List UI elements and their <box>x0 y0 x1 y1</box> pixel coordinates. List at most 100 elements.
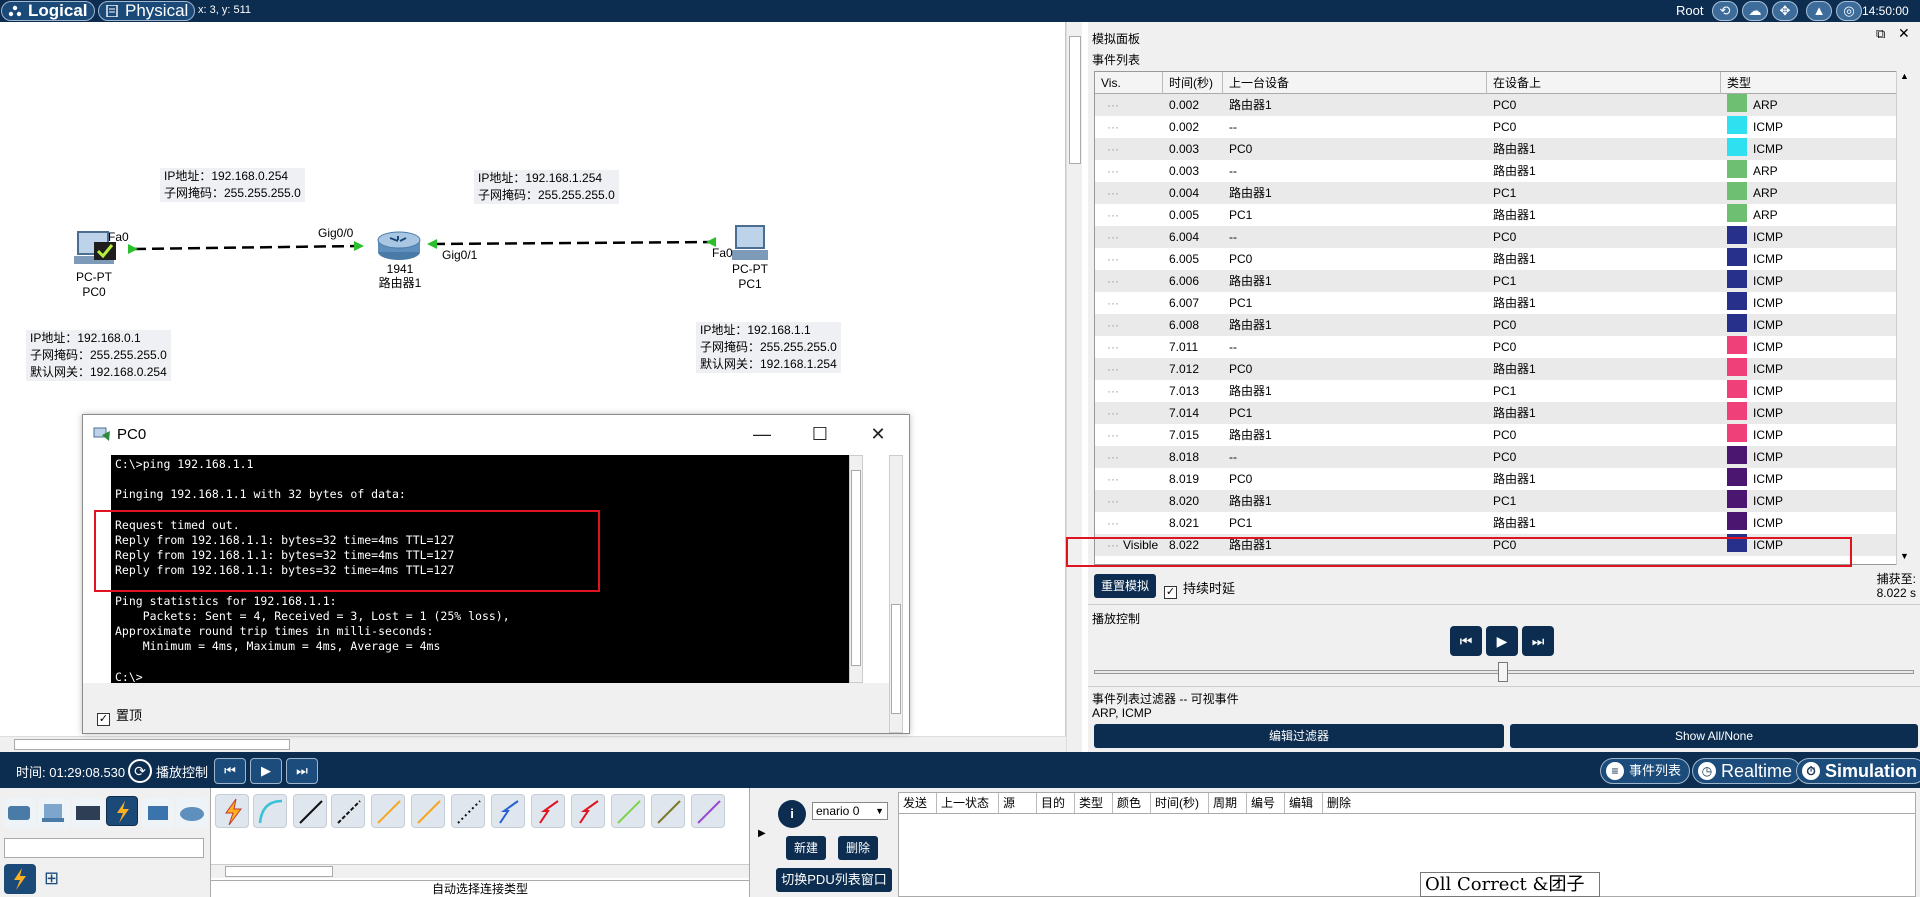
bottom-step-back-button[interactable]: ⏮ <box>214 758 246 784</box>
usb-cable-icon[interactable] <box>651 794 685 828</box>
simulation-mode-button[interactable]: ⏱ Simulation <box>1796 758 1920 784</box>
lightning-icon[interactable] <box>4 864 36 894</box>
event-row[interactable]: ··· 8.020 路由器1 PC1 ICMP <box>1095 490 1901 512</box>
globe-icon[interactable]: ◎ <box>1836 1 1862 21</box>
landscape-icon[interactable]: ▲ <box>1806 1 1832 21</box>
col-vis[interactable]: Vis. <box>1095 72 1163 94</box>
pdu-col-source[interactable]: 源 <box>999 793 1037 813</box>
event-row[interactable]: ··· 0.005 PC1 路由器1 ARP <box>1095 204 1901 226</box>
workspace-vscroll-thumb[interactable] <box>1069 36 1081 164</box>
console-cable-icon[interactable] <box>253 794 287 828</box>
scroll-up-icon[interactable]: ▲ <box>1897 71 1912 85</box>
refresh-icon[interactable]: ⟳ <box>128 759 152 783</box>
col-type[interactable]: 类型 <box>1721 72 1901 94</box>
delete-pdu-button[interactable]: 删除 <box>838 836 878 860</box>
col-last-device[interactable]: 上一台设备 <box>1223 72 1487 94</box>
scenario-select[interactable]: enario 0 ▼ <box>812 802 888 820</box>
toggle-pdu-list-button[interactable]: 切换PDU列表窗口 <box>776 868 892 892</box>
fiber-icon[interactable] <box>371 794 405 828</box>
event-row[interactable]: ··· 8.019 PC0 路由器1 ICMP <box>1095 468 1901 490</box>
event-row[interactable]: ··· 6.005 PC0 路由器1 ICMP <box>1095 248 1901 270</box>
back-icon[interactable]: ⟲ <box>1712 1 1738 21</box>
wireless-cable-icon[interactable] <box>691 794 725 828</box>
end-devices-icon[interactable] <box>38 798 70 828</box>
event-row[interactable]: ··· 0.004 路由器1 PC1 ARP <box>1095 182 1901 204</box>
auto-connection-icon[interactable] <box>215 794 249 828</box>
window-scrollbar[interactable] <box>889 455 903 733</box>
logical-tab[interactable]: Logical <box>1 1 95 21</box>
phone-cable-icon[interactable] <box>411 794 445 828</box>
event-row[interactable]: ··· 7.013 路由器1 PC1 ICMP <box>1095 380 1901 402</box>
restore-icon[interactable]: ⧉ <box>1876 26 1885 42</box>
workspace-hscroll-thumb[interactable] <box>14 739 290 750</box>
event-row[interactable]: ··· 7.012 PC0 路由器1 ICMP <box>1095 358 1901 380</box>
new-pdu-button[interactable]: 新建 <box>786 836 826 860</box>
iot-cable-icon[interactable] <box>611 794 645 828</box>
connections-icon[interactable] <box>106 796 138 826</box>
event-row[interactable]: ··· 0.003 -- 路由器1 ARP <box>1095 160 1901 182</box>
coaxial-icon[interactable] <box>451 794 485 828</box>
grid-icon[interactable]: ⊞ <box>44 868 59 889</box>
maximize-button[interactable]: ☐ <box>805 423 835 445</box>
expand-arrow-icon[interactable]: ▶ <box>758 828 766 839</box>
window-scroll-thumb[interactable] <box>891 604 901 714</box>
event-row[interactable]: ··· 0.002 路由器1 PC0 ARP <box>1095 94 1901 116</box>
pdu-col-fire[interactable]: 发送 <box>899 793 937 813</box>
hold-delay-checkbox[interactable]: ✓ 持续时延 <box>1164 578 1235 599</box>
event-row[interactable]: ··· 0.003 PC0 路由器1 ICMP <box>1095 138 1901 160</box>
network-devices-icon[interactable] <box>4 798 36 828</box>
serial-dte-icon[interactable] <box>531 794 565 828</box>
pdu-col-last-status[interactable]: 上一状态 <box>937 793 999 813</box>
always-on-top-checkbox[interactable]: ✓ 置顶 <box>97 705 142 726</box>
router-icon[interactable] <box>376 228 422 262</box>
bottom-step-forward-button[interactable]: ⏭ <box>286 758 318 784</box>
octal-cable-icon[interactable] <box>571 794 605 828</box>
physical-tab[interactable]: Physical <box>98 1 196 21</box>
pdu-col-delete[interactable]: 删除 <box>1323 793 1361 813</box>
pdu-col-time[interactable]: 时间(秒) <box>1151 793 1209 813</box>
crossover-icon[interactable] <box>331 794 365 828</box>
scroll-down-icon[interactable]: ▼ <box>1897 551 1912 565</box>
event-row[interactable]: ··· 6.006 路由器1 PC1 ICMP <box>1095 270 1901 292</box>
edit-filter-button[interactable]: 编辑过滤器 <box>1094 724 1504 748</box>
cloud-icon[interactable]: ☁ <box>1742 1 1768 21</box>
pdu-col-type[interactable]: 类型 <box>1075 793 1113 813</box>
col-at-device[interactable]: 在设备上 <box>1487 72 1721 94</box>
minimize-button[interactable]: — <box>747 423 777 445</box>
pdu-col-periodic[interactable]: 周期 <box>1209 793 1247 813</box>
playback-slider-thumb[interactable] <box>1498 662 1508 682</box>
event-row[interactable]: ··· 6.007 PC1 路由器1 ICMP <box>1095 292 1901 314</box>
components-icon[interactable] <box>72 798 104 828</box>
realtime-mode-button[interactable]: ◷ Realtime <box>1692 758 1802 784</box>
event-row[interactable]: ··· 6.004 -- PC0 ICMP <box>1095 226 1901 248</box>
event-row[interactable]: ··· 0.002 -- PC0 ICMP <box>1095 116 1901 138</box>
event-list-toggle-button[interactable]: ≡ 事件列表 <box>1600 758 1691 784</box>
step-back-button[interactable]: ⏮ <box>1450 626 1482 656</box>
reset-simulation-button[interactable]: 重置模拟 <box>1094 574 1156 598</box>
move-icon[interactable]: ✥ <box>1772 1 1798 21</box>
workspace-horizontal-scrollbar[interactable] <box>0 736 1066 752</box>
close-button[interactable]: ✕ <box>863 423 893 445</box>
show-all-none-button[interactable]: Show All/None <box>1510 724 1918 748</box>
info-icon[interactable]: i <box>778 800 806 828</box>
panel-close-icon[interactable]: ✕ <box>1898 25 1910 42</box>
event-row[interactable]: ··· 8.018 -- PC0 ICMP <box>1095 446 1901 468</box>
device-search-field[interactable] <box>4 838 204 858</box>
palette-scroll-thumb[interactable] <box>225 866 333 877</box>
event-row[interactable]: ··· 8.021 PC1 路由器1 ICMP <box>1095 512 1901 534</box>
misc-icon[interactable] <box>142 798 174 828</box>
pdu-col-destination[interactable]: 目的 <box>1037 793 1075 813</box>
pc1-icon[interactable] <box>728 224 772 266</box>
col-time[interactable]: 时间(秒) <box>1163 72 1223 94</box>
serial-dce-icon[interactable] <box>491 794 525 828</box>
event-list-scrollbar[interactable]: ▲ ▼ <box>1896 71 1912 565</box>
straight-through-icon[interactable] <box>293 794 327 828</box>
bottom-play-button[interactable]: ▶ <box>250 758 282 784</box>
step-forward-button[interactable]: ⏭ <box>1522 626 1554 656</box>
event-row[interactable]: ··· 6.008 路由器1 PC0 ICMP <box>1095 314 1901 336</box>
event-row[interactable]: ··· 7.015 路由器1 PC0 ICMP <box>1095 424 1901 446</box>
terminal-scroll-thumb[interactable] <box>851 470 861 666</box>
event-row[interactable]: ··· 7.011 -- PC0 ICMP <box>1095 336 1901 358</box>
palette-scrollbar[interactable] <box>211 864 749 878</box>
terminal-scrollbar[interactable] <box>849 455 863 683</box>
